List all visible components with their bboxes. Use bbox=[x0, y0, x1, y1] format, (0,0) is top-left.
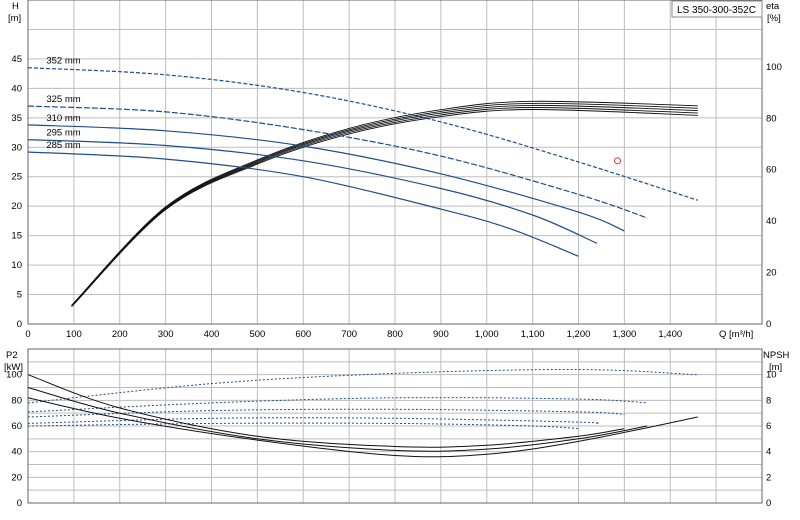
head-axis-unit: [m] bbox=[8, 13, 21, 24]
head-curve-label: 325 mm bbox=[46, 94, 80, 105]
npsh-axis-unit: [m] bbox=[769, 362, 782, 373]
x-tick-label: 1,100 bbox=[521, 329, 545, 340]
npsh-tick-label: 8 bbox=[766, 395, 771, 406]
head-tick-label: 20 bbox=[11, 201, 22, 212]
eta-tick-label: 60 bbox=[766, 165, 777, 176]
head-tick-label: 40 bbox=[11, 83, 22, 94]
eta-tick-label: 40 bbox=[766, 216, 777, 227]
power-tick-label: 60 bbox=[11, 421, 22, 432]
duty-point-marker bbox=[613, 157, 621, 165]
power-tick-label: 20 bbox=[11, 472, 22, 483]
power-tick-label: 80 bbox=[11, 395, 22, 406]
x-tick-label: 1,200 bbox=[567, 329, 591, 340]
power-tick-label: 40 bbox=[11, 447, 22, 458]
head-curve bbox=[27, 67, 698, 201]
x-tick-label: 300 bbox=[158, 329, 174, 340]
head-tick-label: 35 bbox=[11, 113, 22, 124]
power-curve bbox=[27, 417, 600, 424]
x-tick-label: 800 bbox=[387, 329, 403, 340]
x-tick-label: 0 bbox=[25, 329, 30, 340]
npsh-curve bbox=[27, 387, 648, 452]
power-axis-symbol: P2 bbox=[6, 350, 18, 361]
eta-axis-symbol: eta bbox=[766, 1, 780, 12]
eta-tick-label: 80 bbox=[766, 113, 777, 124]
npsh-tick-label: 2 bbox=[766, 472, 771, 483]
npsh-tick-label: 0 bbox=[766, 498, 771, 509]
eta-axis-unit: [%] bbox=[767, 13, 781, 24]
head-tick-label: 0 bbox=[17, 319, 22, 330]
chart-canvas: 352 mm325 mm310 mm295 mm285 mm 0 100 200 30… bbox=[4, 0, 790, 509]
x-tick-label: 100 bbox=[66, 329, 82, 340]
top-grid bbox=[27, 0, 763, 325]
x-tick-label: 400 bbox=[204, 329, 220, 340]
x-tick-label: 1,000 bbox=[475, 329, 499, 340]
x-tick-label: 600 bbox=[295, 329, 311, 340]
head-tick-label: 45 bbox=[11, 54, 22, 65]
power-tick-label: 0 bbox=[17, 498, 22, 509]
power-curve bbox=[27, 397, 648, 413]
head-curve bbox=[27, 124, 625, 232]
head-curve bbox=[27, 105, 648, 219]
eta-tick-label: 0 bbox=[766, 319, 771, 330]
x-tick-label: 900 bbox=[433, 329, 449, 340]
eta-tick-label: 20 bbox=[766, 268, 777, 279]
eta-tick-label: 100 bbox=[766, 62, 782, 73]
head-tick-label: 5 bbox=[17, 290, 22, 301]
x-tick-label: 500 bbox=[249, 329, 265, 340]
head-curve-label: 310 mm bbox=[46, 113, 80, 124]
top-curves: 352 mm 325 mm 310 mm 295 mm285 mm bbox=[27, 56, 698, 308]
head-curve-label: 285 mm bbox=[46, 140, 80, 151]
x-tick-label: 700 bbox=[341, 329, 357, 340]
power-axis-unit: [kW] bbox=[4, 362, 23, 373]
npsh-tick-label: 6 bbox=[766, 421, 771, 432]
chart-title: LS 350-300-352C bbox=[677, 5, 756, 16]
head-axis-symbol: H bbox=[12, 1, 19, 12]
head-curve-label: 295 mm bbox=[46, 128, 80, 139]
npsh-axis-symbol: NPSH bbox=[763, 350, 790, 361]
npsh-curve bbox=[27, 374, 625, 448]
flow-axis-label: Q [m³/h] bbox=[719, 329, 753, 340]
x-tick-label: 200 bbox=[112, 329, 128, 340]
head-curve-label: 352 mm bbox=[46, 56, 80, 67]
head-tick-label: 30 bbox=[11, 142, 22, 153]
head-tick-label: 10 bbox=[11, 260, 22, 271]
x-tick-label: 1,300 bbox=[612, 329, 636, 340]
head-tick-label: 15 bbox=[11, 231, 22, 242]
pump-curve-chart: 352 mm 325 mm 310 mm 295 mm 285 mm 0 100 200 30… bbox=[0, 0, 800, 520]
head-tick-label: 25 bbox=[11, 172, 22, 183]
npsh-tick-label: 4 bbox=[766, 447, 771, 458]
x-tick-label: 1,400 bbox=[658, 329, 682, 340]
